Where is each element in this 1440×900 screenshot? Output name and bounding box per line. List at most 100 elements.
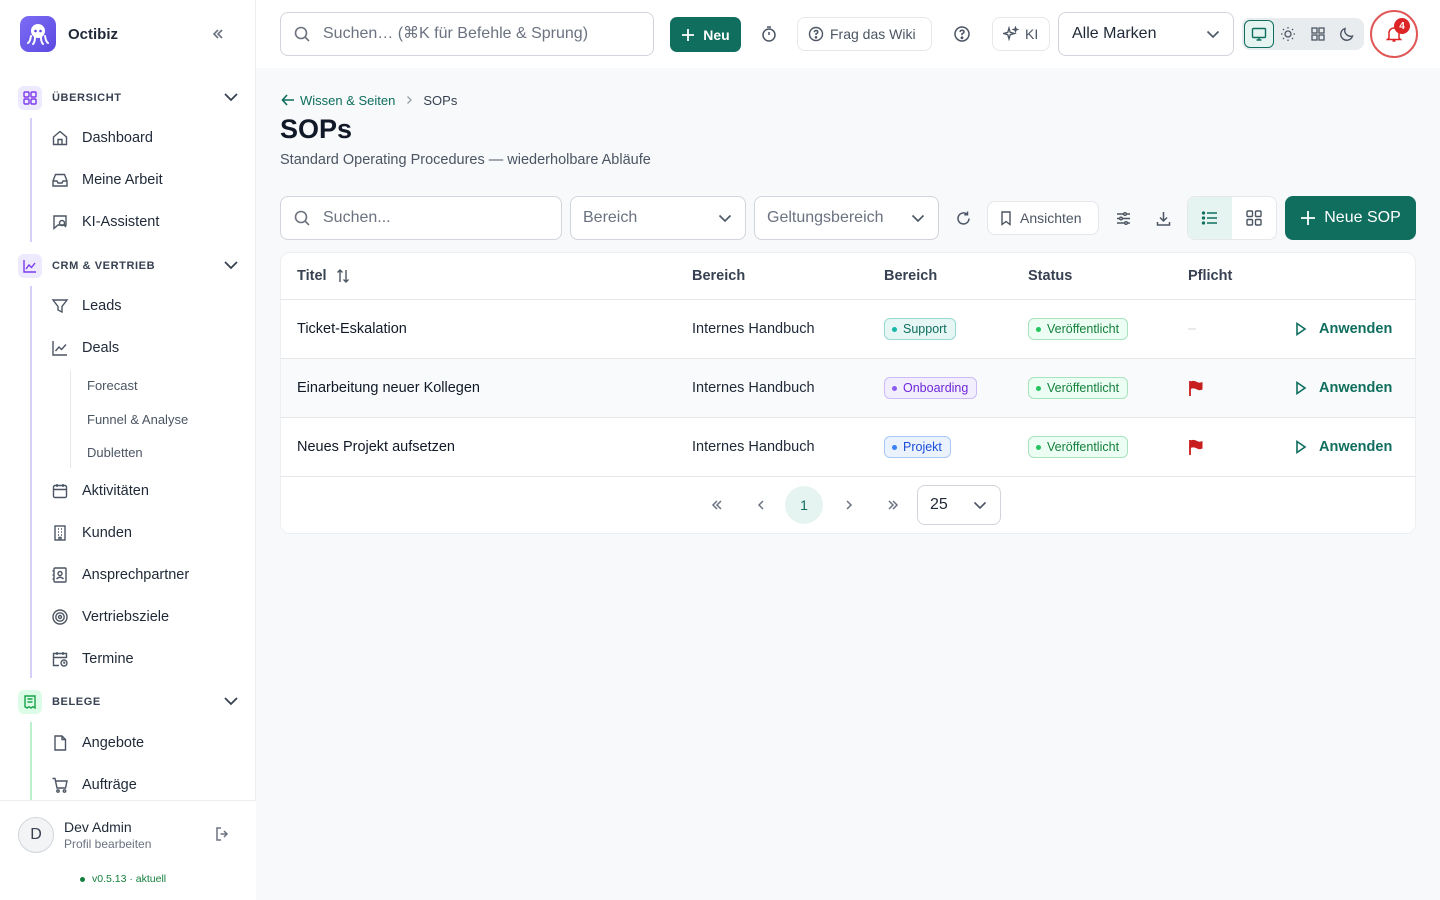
sidebar-item-kunden[interactable]: Kunden	[50, 517, 132, 549]
global-search-input[interactable]	[323, 25, 623, 43]
brand-select[interactable]: Alle Marken	[1058, 12, 1234, 56]
refresh-icon[interactable]	[949, 204, 977, 232]
new-sop-button[interactable]: Neue SOP	[1285, 196, 1416, 240]
bookmark-icon	[998, 210, 1014, 226]
sliders-icon[interactable]	[1109, 204, 1137, 232]
last-page-icon[interactable]	[875, 486, 911, 524]
apply-button[interactable]: Anwenden	[1295, 300, 1392, 358]
sop-title[interactable]: Einarbeitung neuer Kollegen	[297, 359, 480, 417]
page-number-button[interactable]: 1	[785, 486, 823, 524]
ask-wiki-button[interactable]: Frag das Wiki	[797, 17, 932, 51]
sidebar-item-dashboard[interactable]: Dashboard	[50, 122, 153, 154]
chevron-down-icon[interactable]	[222, 692, 240, 713]
sidebar-item-vertriebsziele[interactable]: Vertriebsziele	[50, 601, 169, 633]
section-belege[interactable]: BELEGE	[18, 688, 242, 716]
apply-button[interactable]: Anwenden	[1295, 418, 1392, 476]
table-row[interactable]: Neues Projekt aufsetzen Internes Handbuc…	[281, 418, 1415, 477]
octopus-logo-icon	[20, 16, 56, 52]
views-button[interactable]: Ansichten	[987, 201, 1099, 235]
sun-icon[interactable]	[1274, 20, 1303, 48]
view-toggle	[1187, 196, 1277, 240]
help-circle-icon	[808, 26, 824, 42]
breadcrumb-back-link[interactable]: Wissen & Seiten	[280, 92, 395, 108]
sidebar-item-angebote[interactable]: Angebote	[50, 727, 144, 759]
scope-filter-select[interactable]: Geltungsbereich	[754, 196, 939, 240]
badge-dot	[1036, 444, 1041, 450]
search-icon	[293, 209, 311, 227]
table-search-input[interactable]	[323, 209, 543, 227]
sidebar-item-label: Leads	[82, 298, 122, 314]
column-header-scope[interactable]: Bereich	[692, 253, 745, 299]
status-badge-label: Veröffentlicht	[1047, 381, 1120, 395]
pagination: 1 25	[281, 485, 1415, 525]
column-header-title[interactable]: Titel	[297, 253, 351, 299]
first-page-icon[interactable]	[699, 486, 735, 524]
layout-grid-icon[interactable]	[1303, 20, 1332, 48]
table-row[interactable]: Ticket-Eskalation Internes Handbuch Supp…	[281, 300, 1415, 359]
sidebar-item-leads[interactable]: Leads	[50, 290, 122, 322]
status-cell: Veröffentlicht	[1028, 418, 1129, 476]
section-uebersicht[interactable]: ÜBERSICHT	[18, 84, 242, 112]
ai-button[interactable]: KI	[992, 17, 1050, 51]
grid-view-icon[interactable]	[1232, 197, 1276, 239]
column-header-status[interactable]: Status	[1028, 253, 1072, 299]
sidebar-subitem-funnel[interactable]: Funnel & Analyse	[87, 412, 188, 427]
user-panel: D Dev Admin Profil bearbeiten v0.5.13 · …	[0, 800, 256, 900]
status-cell: Veröffentlicht	[1028, 300, 1129, 358]
sidebar-subitem-dubletten[interactable]: Dubletten	[87, 445, 143, 460]
sidebar-item-termine[interactable]: Termine	[50, 643, 134, 675]
column-header-area[interactable]: Bereich	[884, 253, 937, 299]
sop-scope: Internes Handbuch	[692, 439, 815, 455]
sidebar-item-auftraege[interactable]: Aufträge	[50, 769, 137, 801]
area-badge-label: Onboarding	[903, 381, 969, 395]
download-icon[interactable]	[1149, 204, 1177, 232]
table-search[interactable]	[280, 196, 562, 240]
status-badge: Veröffentlicht	[1028, 377, 1129, 399]
area-badge: Support	[884, 318, 956, 340]
sort-icon[interactable]	[335, 268, 351, 284]
sop-title[interactable]: Ticket-Eskalation	[297, 300, 407, 358]
views-label: Ansichten	[1020, 210, 1082, 226]
section-crm-vertrieb[interactable]: CRM & VERTRIEB	[18, 252, 242, 280]
avatar[interactable]: D	[18, 817, 54, 853]
chevron-down-icon	[972, 497, 988, 518]
prev-page-icon[interactable]	[743, 486, 779, 524]
new-sop-label: Neue SOP	[1324, 209, 1401, 226]
moon-icon[interactable]	[1333, 20, 1362, 48]
area-cell: Support	[884, 300, 956, 358]
collapse-sidebar-icon[interactable]	[206, 22, 230, 46]
column-header-mandatory[interactable]: Pflicht	[1188, 253, 1232, 299]
badge-dot	[892, 326, 897, 332]
help-icon[interactable]	[948, 20, 976, 48]
edit-profile-link[interactable]: Profil bearbeiten	[64, 837, 151, 851]
sidebar-item-label: Meine Arbeit	[82, 172, 163, 188]
brand[interactable]: Octibiz	[20, 16, 118, 52]
chevron-down-icon[interactable]	[222, 88, 240, 109]
notifications-button[interactable]	[1370, 10, 1418, 58]
sidebar-item-label: Dashboard	[82, 130, 153, 146]
per-page-value: 25	[930, 496, 948, 513]
sidebar-item-deals[interactable]: Deals	[50, 332, 119, 364]
sidebar-item-ki-assistent[interactable]: KI-Assistent	[50, 206, 159, 238]
sidebar-subitem-forecast[interactable]: Forecast	[87, 378, 138, 393]
next-page-icon[interactable]	[831, 486, 867, 524]
table-row[interactable]: Einarbeitung neuer Kollegen Internes Han…	[281, 359, 1415, 418]
new-button[interactable]: Neu	[670, 17, 741, 52]
sop-title[interactable]: Neues Projekt aufsetzen	[297, 418, 455, 476]
area-filter-select[interactable]: Bereich	[570, 196, 746, 240]
timer-icon[interactable]	[755, 20, 783, 48]
global-search[interactable]	[280, 12, 654, 56]
chevron-down-icon[interactable]	[222, 256, 240, 277]
sidebar-item-meine-arbeit[interactable]: Meine Arbeit	[50, 164, 163, 196]
status-cell: Veröffentlicht	[1028, 359, 1129, 417]
monitor-icon[interactable]	[1244, 20, 1274, 48]
list-view-icon[interactable]	[1188, 197, 1232, 239]
per-page-select[interactable]: 25	[917, 485, 1001, 525]
sidebar-item-label: Ansprechpartner	[82, 567, 190, 583]
sidebar-item-aktivitaeten[interactable]: Aktivitäten	[50, 475, 149, 507]
apply-button[interactable]: Anwenden	[1295, 359, 1392, 417]
receipt-icon	[18, 690, 42, 714]
logout-icon[interactable]	[214, 825, 232, 846]
chat-icon	[50, 212, 70, 232]
sidebar-item-ansprechpartner[interactable]: Ansprechpartner	[50, 559, 189, 591]
